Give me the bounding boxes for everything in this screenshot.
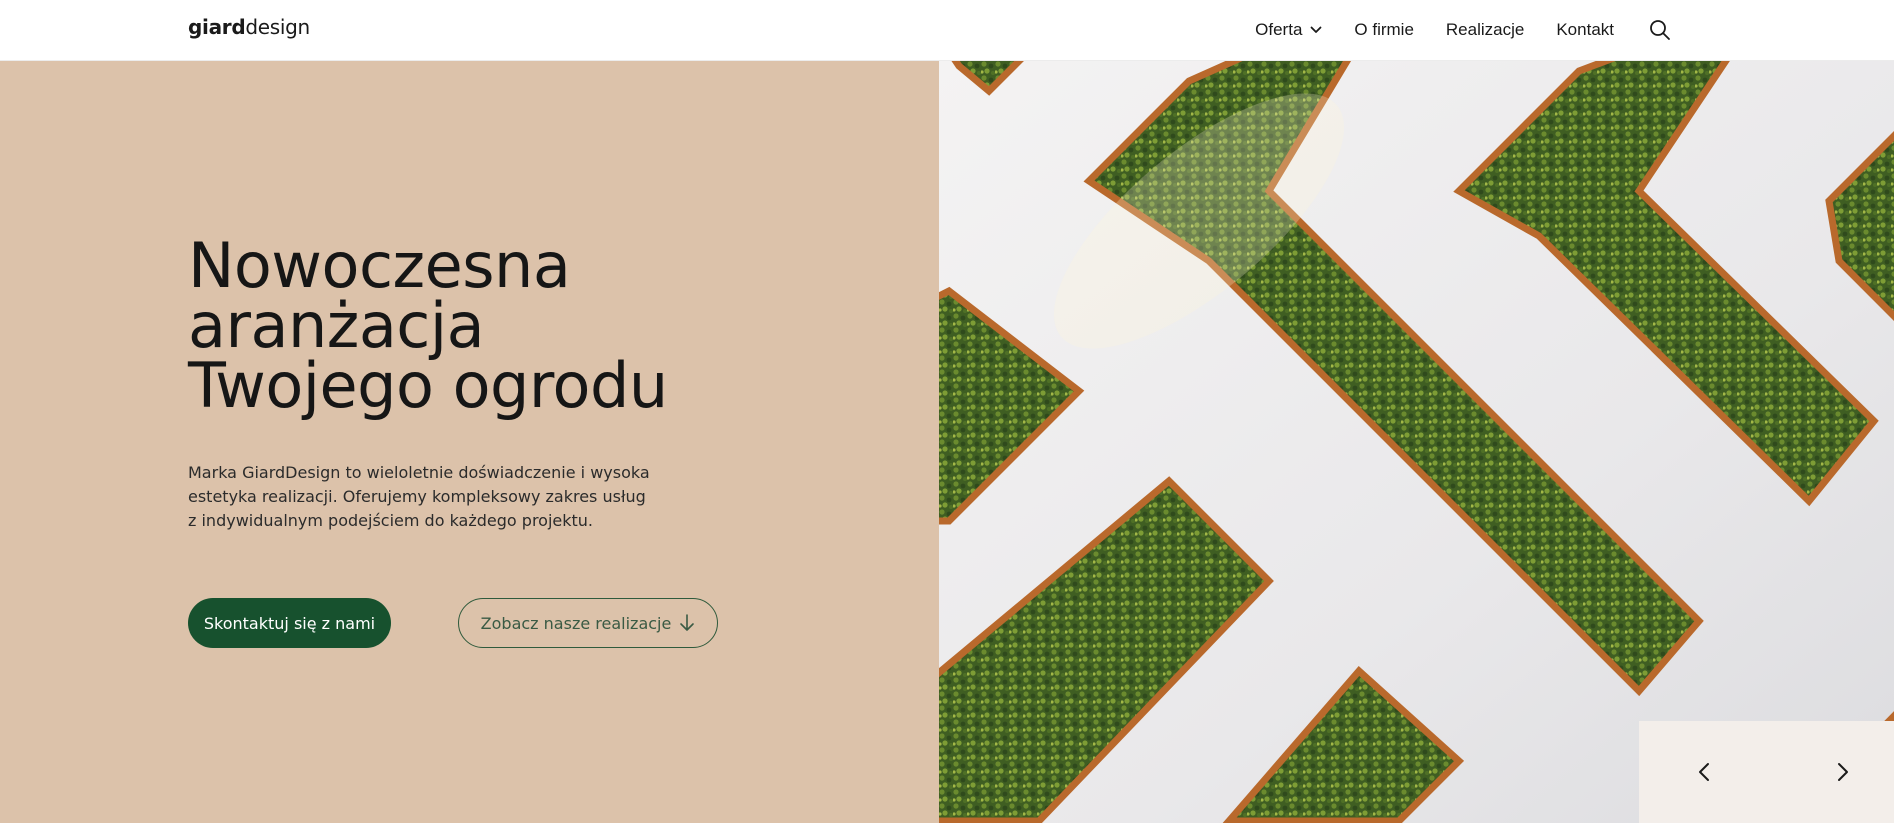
hero-description-line: Marka GiardDesign to wieloletnie doświad…: [188, 463, 650, 482]
hedge-planters-image: [939, 61, 1894, 823]
hero-image: [939, 61, 1894, 823]
see-projects-button-label: Zobacz nasze realizacje: [480, 613, 672, 633]
chevron-left-icon: [1699, 763, 1709, 781]
site-logo[interactable]: giarddesign: [188, 15, 310, 39]
search-icon: [1650, 20, 1670, 40]
hero-title: Nowoczesna aranżacja Twojego ogrodu: [188, 229, 748, 422]
hero-content: [0, 61, 939, 823]
nav-item-label: Oferta: [1255, 20, 1303, 39]
contact-button-label: Skontaktuj się z nami: [203, 613, 376, 633]
hero-title-line: Twojego ogrodu: [188, 349, 668, 422]
hero-description: Marka GiardDesign to wieloletnie doświad…: [188, 461, 658, 533]
search-button[interactable]: [1648, 18, 1672, 42]
see-projects-button[interactable]: Zobacz nasze realizacje: [458, 598, 718, 648]
arrow-down-icon: [680, 614, 695, 631]
logo-bold: giard: [188, 15, 246, 39]
site-header: giarddesign Oferta O firmie Realizacje K…: [0, 0, 1894, 61]
chevron-right-icon: [1838, 763, 1848, 781]
hero-title-line: Nowoczesna: [188, 229, 571, 302]
logo-light: design: [245, 15, 310, 39]
nav-item-realizacje[interactable]: Realizacje: [1446, 20, 1524, 40]
nav-item-label: Kontakt: [1556, 20, 1614, 39]
main-nav: Oferta O firmie Realizacje Kontakt: [1255, 0, 1672, 60]
hero-description-line: z indywidualnym podejściem do każdego pr…: [188, 511, 594, 530]
slider-prev-button[interactable]: [1691, 759, 1717, 785]
contact-button[interactable]: Skontaktuj się z nami: [188, 598, 391, 648]
chevron-down-icon: [1311, 26, 1322, 33]
hero-title-line: aranżacja: [188, 289, 485, 362]
slider-controls: [1639, 721, 1894, 823]
nav-item-label: O firmie: [1354, 20, 1414, 39]
hero-description-line: estetyka realizacji. Oferujemy komplekso…: [188, 487, 646, 506]
nav-item-kontakt[interactable]: Kontakt: [1556, 20, 1614, 40]
slider-next-button[interactable]: [1830, 759, 1856, 785]
nav-item-o-firmie[interactable]: O firmie: [1354, 20, 1414, 40]
nav-item-oferta[interactable]: Oferta: [1255, 20, 1322, 40]
nav-item-label: Realizacje: [1445, 20, 1525, 39]
